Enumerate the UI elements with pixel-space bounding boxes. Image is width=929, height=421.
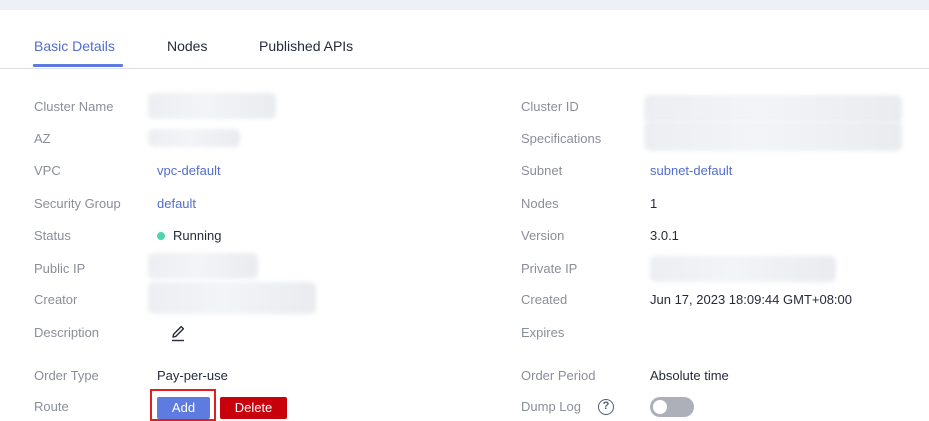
row-security-group: Security Group default [0, 194, 460, 214]
route-label: Route [34, 399, 69, 414]
cluster-id-label: Cluster ID [521, 99, 579, 114]
tab-bar: Basic Details Nodes Published APIs [0, 10, 929, 69]
subnet-label: Subnet [521, 163, 563, 178]
dump-log-toggle[interactable] [650, 397, 694, 417]
status-label: Status [34, 228, 71, 243]
active-tab-indicator [33, 64, 123, 67]
row-order-type: Order Type Pay-per-use [0, 366, 460, 386]
pencil-icon[interactable] [169, 323, 187, 343]
expires-label: Expires [521, 325, 565, 340]
row-az: AZ [0, 129, 460, 149]
security-group-label: Security Group [34, 196, 121, 211]
top-edge [0, 0, 929, 10]
nodes-value: 1 [650, 196, 658, 211]
security-group-link[interactable]: default [157, 194, 196, 214]
order-type-value: Pay-per-use [157, 368, 228, 383]
cluster-id-value-redacted [644, 95, 902, 123]
tab-basic-details[interactable]: Basic Details [34, 38, 115, 54]
order-period-label: Order Period [521, 368, 596, 383]
az-value-redacted [148, 129, 240, 147]
status-running-dot [157, 232, 165, 240]
cluster-name-value-redacted [148, 93, 276, 119]
cluster-name-label: Cluster Name [34, 99, 114, 114]
version-label: Version [521, 228, 565, 243]
tab-published-apis[interactable]: Published APIs [259, 38, 353, 54]
row-cluster-name: Cluster Name [0, 93, 460, 119]
private-ip-value-redacted [650, 256, 836, 282]
order-type-label: Order Type [34, 368, 99, 383]
vpc-link[interactable]: vpc-default [157, 161, 221, 181]
subnet-link[interactable]: subnet-default [650, 161, 732, 181]
created-value: Jun 17, 2023 18:09:44 GMT+08:00 [650, 292, 853, 307]
delete-route-button[interactable]: Delete [220, 397, 287, 419]
row-specifications: Specifications [460, 121, 920, 151]
creator-label: Creator [34, 292, 78, 307]
row-nodes: Nodes 1 [460, 194, 920, 214]
row-cluster-id: Cluster ID [460, 95, 920, 123]
row-version: Version 3.0.1 [460, 226, 920, 246]
specifications-value-redacted [644, 121, 902, 151]
specifications-label: Specifications [521, 131, 602, 146]
created-label: Created [521, 292, 568, 307]
row-vpc: VPC vpc-default [0, 161, 460, 181]
description-label: Description [34, 325, 100, 340]
order-period-value: Absolute time [650, 368, 729, 383]
tab-nodes[interactable]: Nodes [167, 38, 207, 54]
row-public-ip: Public IP [0, 253, 460, 279]
public-ip-label: Public IP [34, 261, 86, 276]
row-creator: Creator [0, 282, 460, 314]
toggle-knob [653, 400, 667, 414]
help-circle-icon[interactable]: ? [598, 399, 614, 415]
public-ip-value-redacted [148, 253, 258, 279]
add-route-button[interactable]: Add [157, 397, 210, 419]
creator-value-redacted [148, 282, 316, 314]
version-value: 3.0.1 [650, 228, 679, 243]
row-created: Created Jun 17, 2023 18:09:44 GMT+08:00 [460, 290, 920, 310]
row-order-period: Order Period Absolute time [460, 366, 920, 386]
row-status: Status Running [0, 226, 460, 246]
status-text: Running [173, 228, 222, 243]
row-private-ip: Private IP [460, 256, 920, 282]
row-dump-log: Dump Log ? [460, 397, 920, 417]
row-description: Description [0, 323, 460, 343]
dump-log-label: Dump Log [521, 399, 581, 414]
row-subnet: Subnet subnet-default [460, 161, 920, 181]
nodes-label: Nodes [521, 196, 559, 211]
row-expires: Expires [460, 323, 920, 343]
status-value: Running [157, 226, 221, 246]
az-label: AZ [34, 131, 51, 146]
private-ip-label: Private IP [521, 261, 578, 276]
vpc-label: VPC [34, 163, 61, 178]
